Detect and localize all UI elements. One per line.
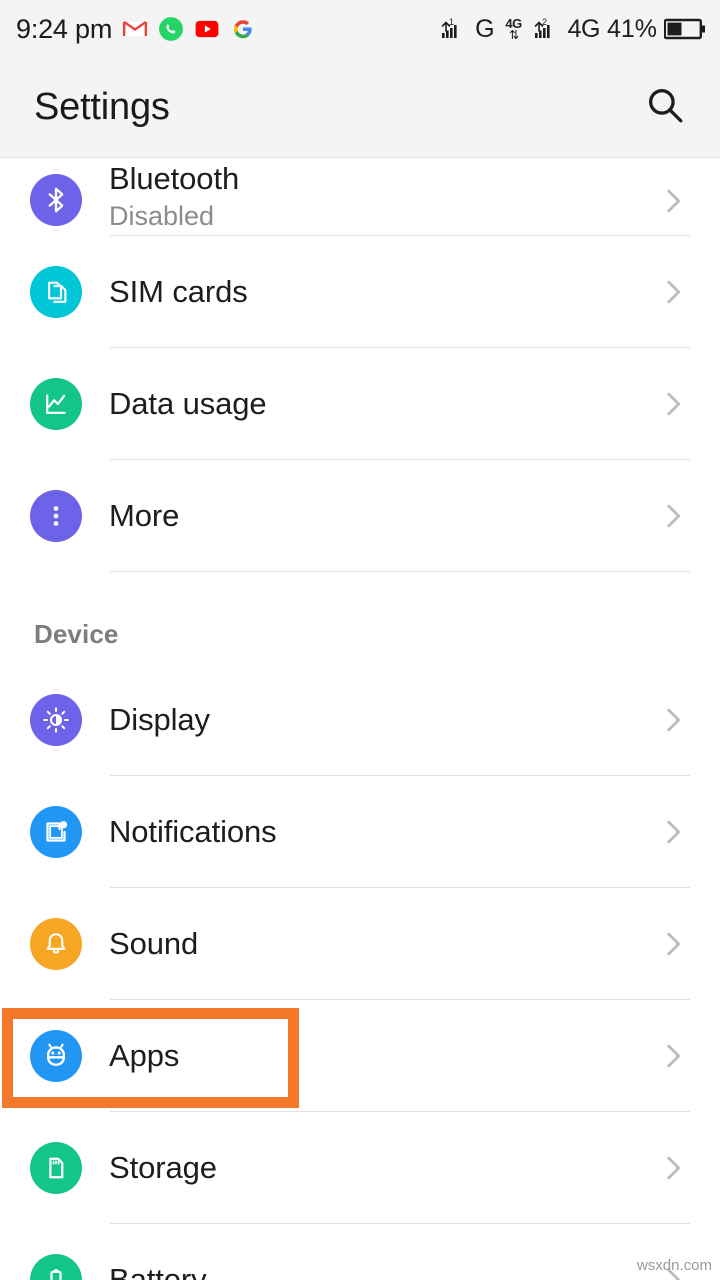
settings-row-apps-labels: Apps (109, 1038, 656, 1075)
settings-row-label: More (109, 497, 180, 533)
network-type-sim1-label: G (475, 14, 495, 43)
brightness-icon (30, 694, 82, 746)
chevron-right-icon (656, 703, 690, 737)
settings-row-notifications[interactable]: Notifications (0, 776, 720, 888)
settings-list[interactable]: Bluetooth Disabled SIM cards Data usage … (0, 158, 720, 1280)
settings-row-sound[interactable]: Sound (0, 888, 720, 1000)
chevron-right-icon (656, 927, 690, 961)
sim2-index-label: 2 (542, 17, 547, 27)
notifications-icon (30, 806, 82, 858)
settings-row-sound-labels: Sound (109, 926, 656, 963)
section-header-label: Device (34, 619, 119, 649)
settings-row-label: SIM cards (109, 273, 248, 309)
chevron-right-icon (656, 1151, 690, 1185)
settings-row-display-labels: Display (109, 702, 656, 739)
settings-row-label: Data usage (109, 385, 267, 421)
section-header-device: Device (0, 572, 720, 664)
signal-bars-sim1-icon: 1 (440, 16, 468, 42)
settings-row-sim-cards-labels: SIM cards (109, 274, 656, 311)
settings-row-label: Notifications (109, 813, 277, 849)
data-activity-icon: 4G ⇅ (502, 17, 526, 41)
settings-row-storage[interactable]: Storage (0, 1112, 720, 1224)
network-type-sim2-label: 4G (567, 14, 601, 43)
status-clock: 9:24 pm (16, 13, 113, 44)
sim1-index-label: 1 (449, 17, 454, 27)
whatsapp-icon (158, 16, 184, 42)
settings-row-data-usage[interactable]: Data usage (0, 348, 720, 460)
bell-icon (30, 918, 82, 970)
signal-bars-sim2-icon: 2 (533, 16, 561, 42)
youtube-icon (194, 16, 220, 42)
settings-row-label: Battery (109, 1261, 207, 1280)
settings-row-label: Sound (109, 925, 199, 961)
row-divider (110, 571, 690, 572)
gmail-icon (122, 16, 148, 42)
settings-row-more[interactable]: More (0, 460, 720, 572)
chevron-right-icon (656, 499, 690, 533)
battery-percent-label: 41% (606, 14, 657, 43)
settings-row-more-labels: More (109, 498, 656, 535)
sim-cards-icon (30, 266, 82, 318)
battery-icon (663, 18, 706, 40)
settings-row-sublabel: Disabled (109, 200, 215, 231)
chevron-right-icon (656, 184, 690, 218)
settings-row-notifications-labels: Notifications (109, 814, 656, 851)
settings-row-display[interactable]: Display (0, 664, 720, 776)
settings-row-label: Storage (109, 1149, 217, 1185)
android-robot-icon (30, 1030, 82, 1082)
settings-row-battery[interactable]: Battery (0, 1224, 720, 1280)
data-arrows-icon: ⇅ (509, 28, 519, 42)
app-bar: Settings (0, 58, 720, 158)
settings-row-apps[interactable]: Apps (0, 1000, 720, 1112)
watermark: wsxdn.com (636, 1257, 712, 1274)
settings-row-label: Bluetooth (109, 161, 240, 197)
google-icon (230, 16, 256, 42)
status-bar-left: 9:24 pm (16, 14, 256, 45)
settings-row-bluetooth[interactable]: Bluetooth Disabled (0, 158, 720, 236)
search-icon (644, 84, 686, 131)
chevron-right-icon (656, 387, 690, 421)
settings-row-bluetooth-labels: Bluetooth Disabled (109, 161, 656, 232)
battery-icon (30, 1254, 82, 1280)
bluetooth-icon (30, 174, 82, 226)
settings-row-storage-labels: Storage (109, 1150, 656, 1187)
settings-row-data-usage-labels: Data usage (109, 386, 656, 423)
sd-card-icon (30, 1142, 82, 1194)
chevron-right-icon (656, 1039, 690, 1073)
settings-row-sim-cards[interactable]: SIM cards (0, 236, 720, 348)
chevron-right-icon (656, 815, 690, 849)
search-button[interactable] (638, 81, 692, 135)
status-bar: 9:24 pm 1 G 4G ⇅ 2 4G 41% (0, 0, 720, 58)
chevron-right-icon (656, 275, 690, 309)
page-title: Settings (34, 86, 170, 128)
data-usage-icon (30, 378, 82, 430)
settings-row-battery-labels: Battery (109, 1262, 656, 1280)
more-icon (30, 490, 82, 542)
settings-row-label: Apps (109, 1037, 180, 1073)
settings-row-label: Display (109, 701, 210, 737)
status-bar-right: 1 G 4G ⇅ 2 4G 41% (440, 16, 706, 42)
